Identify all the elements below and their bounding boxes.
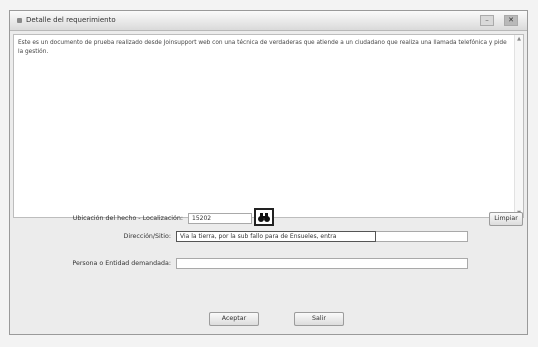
description-text-area[interactable]: Este es un documento de prueba realizado… (13, 34, 524, 218)
minimize-button[interactable]: – (480, 15, 494, 26)
vertical-scrollbar[interactable]: ▲ ▼ (514, 35, 523, 217)
requirement-detail-dialog: Detalle del requerimiento – ✕ Este es un… (9, 10, 528, 335)
dialog-title: Detalle del requerimiento (26, 16, 116, 24)
contact-field[interactable] (176, 258, 468, 269)
window-icon (17, 18, 22, 23)
binoculars-icon (258, 213, 270, 222)
close-button[interactable]: ✕ (504, 15, 518, 26)
description-text: Este es un documento de prueba realizado… (18, 40, 507, 55)
address-label: Dirección/Sitio: (123, 233, 171, 240)
accept-button[interactable]: Aceptar (209, 312, 259, 326)
title-bar[interactable]: Detalle del requerimiento – ✕ (10, 11, 527, 31)
locate-button[interactable] (254, 208, 274, 226)
location-label: Ubicación del hecho - Localización: (72, 215, 183, 222)
scroll-up-arrow-icon[interactable]: ▲ (516, 36, 522, 42)
location-field[interactable]: 15202 (188, 213, 252, 224)
exit-button[interactable]: Salir (294, 312, 344, 326)
clear-button[interactable]: Limpiar (489, 212, 523, 226)
contact-label: Persona o Entidad demandada: (72, 260, 171, 267)
address-value-tooltip: Via la tierra, por la sub fallo para de … (176, 231, 376, 242)
